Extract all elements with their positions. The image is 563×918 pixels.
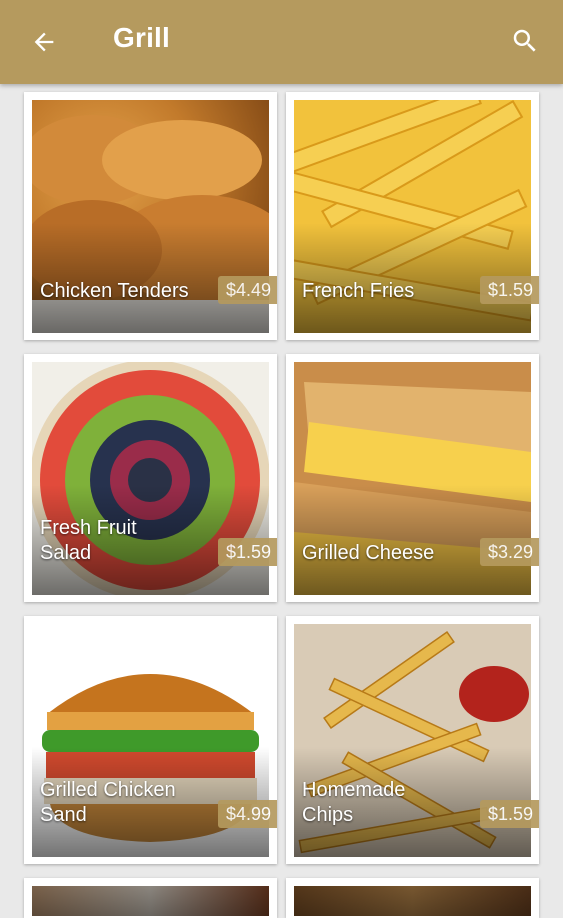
app-bar: Grill: [0, 0, 563, 84]
item-price: $3.29: [479, 538, 539, 566]
menu-card[interactable]: Grilled Chicken Sand $4.99: [24, 616, 277, 864]
item-name: Grilled Cheese: [302, 542, 435, 564]
item-name: Grilled Chicken Sand: [40, 779, 176, 826]
item-price: $1.59: [479, 800, 539, 828]
item-name: Homemade Chips: [302, 779, 406, 826]
menu-card[interactable]: Chicken Tenders $4.49: [24, 92, 277, 340]
menu-card[interactable]: Fresh Fruit Salad $1.59: [24, 354, 277, 602]
item-price: $1.59: [217, 538, 277, 566]
item-name: French Fries: [302, 280, 415, 302]
item-name: Fresh Fruit Salad: [40, 517, 137, 564]
menu-card-partial[interactable]: [286, 878, 539, 918]
menu-card[interactable]: Grilled Cheese $3.29: [286, 354, 539, 602]
menu-card[interactable]: Homemade Chips $1.59: [286, 616, 539, 864]
menu-card-partial[interactable]: [24, 878, 277, 918]
item-price: $4.99: [217, 800, 277, 828]
item-name: Chicken Tenders: [40, 280, 189, 302]
arrow-left-icon: [34, 32, 54, 52]
back-button[interactable]: [20, 18, 68, 66]
item-price: $4.49: [217, 276, 277, 304]
partial-photo: [294, 886, 531, 916]
menu-card[interactable]: French Fries $1.59: [286, 92, 539, 340]
item-price: $1.59: [479, 276, 539, 304]
search-button[interactable]: [500, 16, 550, 66]
search-icon: [513, 29, 536, 52]
menu-grid: Chicken Tenders $4.49 French Fries $1.59: [0, 0, 563, 918]
page-title: Grill: [113, 22, 171, 53]
partial-photo: [32, 886, 269, 916]
